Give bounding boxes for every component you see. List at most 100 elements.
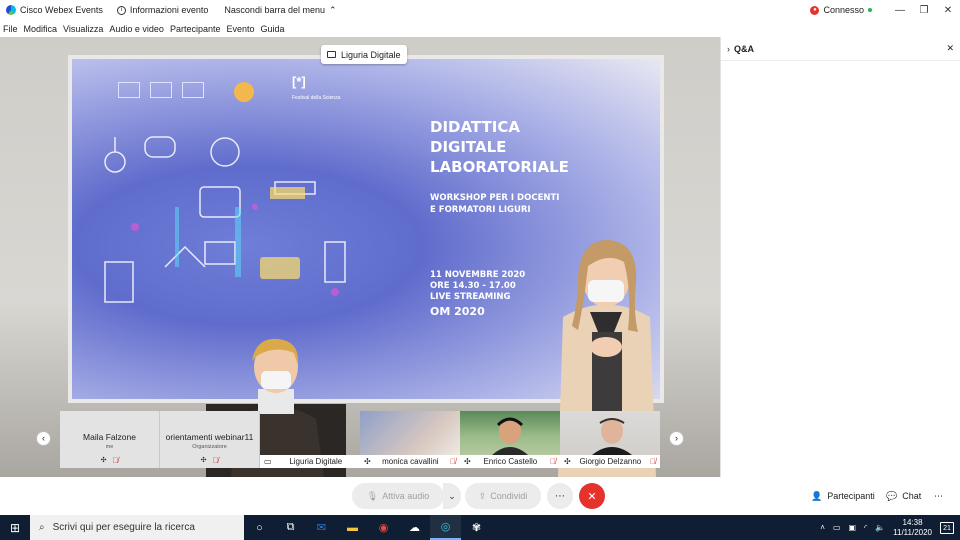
battery-icon[interactable]: ▭ xyxy=(833,523,841,532)
menu-visualizza[interactable]: Visualizza xyxy=(63,24,103,34)
participant-tile[interactable]: ✣ Enrico Castello 🎙̸ xyxy=(460,411,560,468)
video-source-icon: ▭ xyxy=(264,457,272,466)
menu-guida[interactable]: Guida xyxy=(261,24,285,34)
notification-count: 21 xyxy=(943,524,951,532)
search-placeholder: Scrivi qui per eseguire la ricerca xyxy=(52,522,195,533)
hide-menu-label: Nascondi barra del menu xyxy=(224,5,325,15)
folder-icon: ▬ xyxy=(347,521,358,534)
video-source-icon xyxy=(327,51,336,58)
qa-panel-header: › Q&A ✕ xyxy=(721,37,960,61)
volume-icon[interactable]: 🔈 xyxy=(875,523,885,532)
participants-label: Partecipanti xyxy=(827,491,875,501)
chrome-app[interactable]: ◉ xyxy=(368,515,399,540)
participant-tile[interactable]: ✣ monica cavallini 🎙̸ xyxy=(360,411,460,468)
connection-status[interactable]: ● Connesso xyxy=(810,5,872,15)
system-tray: ˄ ▭ ▣ ◜ 🔈 14:38 11/11/2020 21 xyxy=(820,515,960,540)
more-icon: ⋯ xyxy=(934,490,943,501)
file-explorer-app[interactable]: ▬ xyxy=(337,515,368,540)
task-view-button[interactable]: ⧉ xyxy=(275,515,306,540)
search-icon: ⌕ xyxy=(39,522,45,533)
network-icon: ✣ xyxy=(464,457,471,466)
menu-audio-video[interactable]: Audio e video xyxy=(109,24,164,34)
clock[interactable]: 14:38 11/11/2020 xyxy=(893,518,932,538)
notification-center-button[interactable]: 21 xyxy=(940,521,954,534)
menu-file[interactable]: File xyxy=(3,24,18,34)
more-panels-button[interactable]: ⋯ xyxy=(934,486,943,506)
menu-evento[interactable]: Evento xyxy=(226,24,254,34)
chat-label: Chat xyxy=(902,491,922,501)
participant-tile[interactable]: ✣ Giorgio Delzanno 🎙̸ xyxy=(560,411,660,468)
chevron-up-icon: ⌃ xyxy=(328,4,337,15)
network-icon: ✣ xyxy=(364,457,371,466)
mic-muted-icon: 🎙̸ xyxy=(212,456,219,465)
active-speaker-name: Liguria Digitale xyxy=(341,49,401,60)
network-icon: ✣ xyxy=(100,457,107,464)
chrome-icon: ◉ xyxy=(378,522,389,534)
taskbar-search[interactable]: ⌕ Scrivi qui per eseguire la ricerca xyxy=(30,515,244,540)
participants-panel-button[interactable]: 👤 Partecipanti xyxy=(811,486,875,506)
participant-video-face xyxy=(492,417,528,455)
connected-dot-icon xyxy=(868,8,872,12)
close-panel-button[interactable]: ✕ xyxy=(946,43,954,54)
chat-bubble-icon: 💬 xyxy=(886,490,898,501)
cortana-button[interactable]: ○ xyxy=(244,515,275,540)
connection-status-label: Connesso xyxy=(823,5,864,15)
minimize-button[interactable]: — xyxy=(888,5,912,16)
webex-icon: ◎ xyxy=(440,521,451,533)
leave-event-button[interactable]: ✕ xyxy=(579,483,605,509)
windows-taskbar: ⊞ ⌕ Scrivi qui per eseguire la ricerca ○… xyxy=(0,515,960,540)
participant-tile[interactable]: Maila Falzone me ✣ 🎙̸ xyxy=(60,411,160,468)
chat-panel-button[interactable]: 💬 Chat xyxy=(886,486,921,506)
chevron-up-icon[interactable]: ˄ xyxy=(820,523,825,532)
windows-logo-icon: ⊞ xyxy=(9,520,21,535)
strip-prev-button[interactable]: ‹ xyxy=(36,431,51,446)
menu-modifica[interactable]: Modifica xyxy=(24,24,58,34)
meeting-controls: 🎙 Attiva audio ⌄ ⇪ Condividi ⋯ ✕ 👤 Parte… xyxy=(0,477,960,515)
title-bar: Cisco Webex Events i Informazioni evento… xyxy=(0,0,960,20)
festival-mark: [*] xyxy=(292,74,306,89)
webex-events-app[interactable]: ✾ xyxy=(461,515,492,540)
qa-panel: › Q&A ✕ xyxy=(720,37,960,477)
slide-subtitle: WORKSHOP PER I DOCENTI E FORMATORI LIGUR… xyxy=(430,193,560,215)
clock-time: 14:38 xyxy=(902,517,923,527)
participant-tile[interactable]: ▭ Liguria Digitale xyxy=(260,411,360,468)
hide-menu-button[interactable]: Nascondi barra del menu ⌃ xyxy=(224,5,336,16)
maximize-button[interactable]: ❐ xyxy=(912,5,936,16)
participant-strip: Maila Falzone me ✣ 🎙̸ orientamenti webin… xyxy=(60,411,660,468)
network-icon: ✣ xyxy=(200,457,207,464)
person-icon: 👤 xyxy=(811,490,823,501)
wifi-icon[interactable]: ◜ xyxy=(864,523,867,532)
microphone-icon: 🎙 xyxy=(366,490,379,501)
school-logo-icon xyxy=(234,82,254,102)
outlook-icon: ✉ xyxy=(316,522,327,534)
audio-options-button[interactable]: ⌄ xyxy=(443,483,461,509)
eu-logo-icon xyxy=(118,82,140,98)
outlook-app[interactable]: ✉ xyxy=(306,515,337,540)
start-button[interactable]: ⊞ xyxy=(0,515,30,540)
slide-brand: OM 2020 xyxy=(430,305,485,318)
expand-chevron-icon[interactable]: › xyxy=(727,44,730,54)
cisco-meetings-app[interactable]: ☁ xyxy=(399,515,430,540)
region-logo-icon xyxy=(182,82,204,98)
more-icon: ⋯ xyxy=(555,490,565,502)
unmute-button[interactable]: 🎙 Attiva audio xyxy=(352,483,444,509)
clock-date: 11/11/2020 xyxy=(893,527,932,537)
webex-app[interactable]: ◎ xyxy=(430,515,461,540)
unmute-label: Attiva audio xyxy=(382,491,430,501)
republic-logo-icon xyxy=(150,82,172,98)
festival-name: Festival della Scienza xyxy=(292,95,341,101)
menu-partecipante[interactable]: Partecipante xyxy=(170,24,221,34)
share-button[interactable]: ⇪ Condividi xyxy=(465,483,541,509)
more-options-button[interactable]: ⋯ xyxy=(547,483,573,509)
participant-tile[interactable]: orientamenti webinar11 Organizzatore ✣ 🎙… xyxy=(160,411,260,468)
app-title: Cisco Webex Events xyxy=(6,5,103,15)
qa-panel-title: Q&A xyxy=(734,43,754,54)
monitor-icon[interactable]: ▣ xyxy=(849,523,857,532)
participant-caption: ✣ monica cavallini 🎙̸ xyxy=(360,455,460,468)
event-info-button[interactable]: i Informazioni evento xyxy=(116,5,208,15)
close-window-button[interactable]: ✕ xyxy=(936,5,960,16)
mic-muted-icon: 🎙̸ xyxy=(112,456,119,465)
strip-next-button[interactable]: › xyxy=(669,431,684,446)
slide-title: DIDATTICA DIGITALE LABORATORIALE xyxy=(430,118,569,176)
share-screen-icon: ⇪ xyxy=(478,490,487,501)
